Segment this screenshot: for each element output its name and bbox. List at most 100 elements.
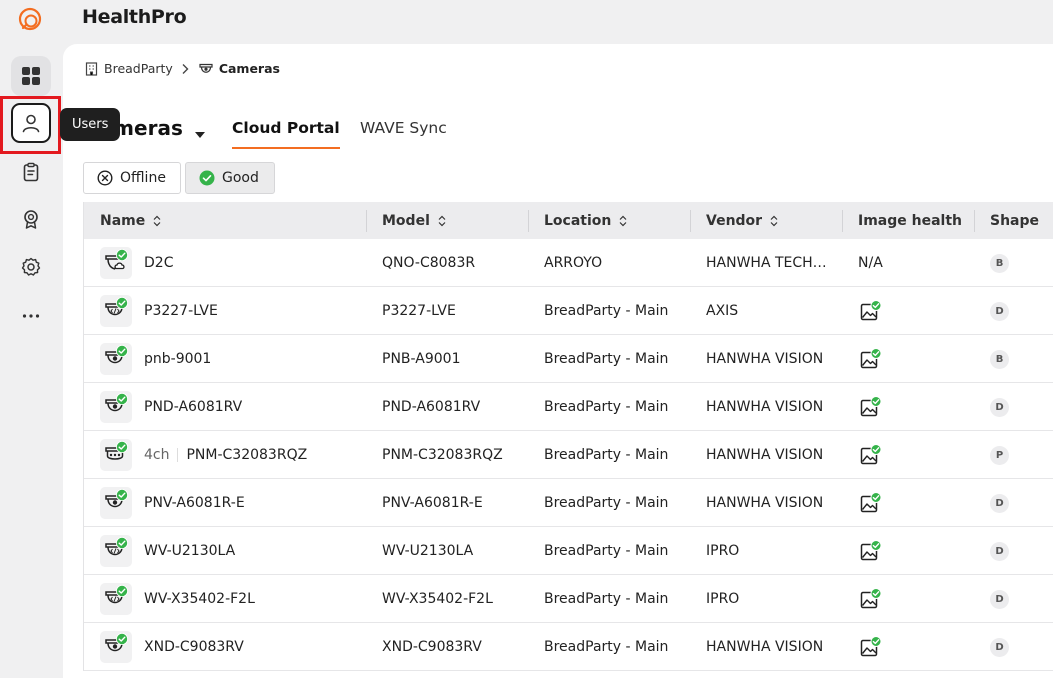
breadcrumb-current: Cameras	[199, 61, 280, 76]
camera-location: BreadParty - Main	[544, 495, 669, 511]
chevron-right-icon	[182, 63, 189, 74]
table-row[interactable]: WV-X35402-F2L WV-X35402-F2L BreadParty - M…	[84, 575, 1053, 623]
status-ok-icon	[116, 537, 128, 549]
camera-name: D2C	[144, 255, 174, 271]
column-divider[interactable]	[974, 210, 975, 232]
image-health-cell	[860, 623, 882, 671]
column-header-model[interactable]: Model	[382, 202, 446, 239]
table-header: Name Model Location Vendor Image health	[84, 202, 1053, 239]
camera-name: PND-A6081RV	[144, 399, 243, 415]
column-header-vendor[interactable]: Vendor	[706, 202, 778, 239]
sidebar-item-badges[interactable]	[11, 199, 51, 239]
clipboard-icon	[23, 162, 39, 182]
camera-location: BreadParty - Main	[544, 543, 669, 559]
x-circle-icon	[97, 170, 113, 186]
camera-type-icon	[100, 583, 132, 615]
image-health-cell	[860, 575, 882, 623]
camera-type-icon	[100, 439, 132, 471]
column-divider[interactable]	[366, 210, 367, 232]
camera-vendor: IPRO	[706, 591, 740, 607]
column-header-name[interactable]: Name	[100, 202, 161, 239]
image-health-cell	[860, 287, 882, 335]
image-health-good-icon	[860, 444, 882, 465]
status-ok-icon	[116, 297, 128, 309]
sidebar-item-dashboard[interactable]	[11, 56, 51, 96]
filter-good[interactable]: Good	[185, 162, 275, 194]
table-row[interactable]: pnb-9001 PNB-A9001 BreadParty - Main HANWHA…	[84, 335, 1053, 383]
status-ok-icon	[116, 441, 128, 453]
shape-badge: B	[990, 349, 1009, 369]
table-row[interactable]: 4ch PNM-C32083RQZ PNM-C32083RQZ BreadParty …	[84, 431, 1053, 479]
shape-cell: P	[990, 431, 1009, 479]
camera-model: PNM-C32083RQZ	[382, 447, 503, 463]
camera-model: WV-U2130LA	[382, 543, 474, 559]
tab-cloud-portal[interactable]: Cloud Portal	[232, 119, 340, 149]
camera-name: pnb-9001	[144, 351, 212, 367]
table-row[interactable]: WV-U2130LA WV-U2130LA BreadParty - Main IPR…	[84, 527, 1053, 575]
tab-wave-sync[interactable]: WAVE Sync	[360, 119, 447, 147]
camera-type-icon	[100, 295, 132, 327]
title-dropdown-caret[interactable]	[195, 124, 205, 143]
sidebar-item-more[interactable]	[11, 295, 51, 335]
camera-name: WV-U2130LA	[144, 543, 236, 559]
camera-vendor: AXIS	[706, 303, 739, 319]
image-health-good-icon	[860, 636, 882, 657]
column-divider[interactable]	[528, 210, 529, 232]
table-row[interactable]: XND-C9083RV XND-C9083RV BreadParty - Main H…	[84, 623, 1053, 671]
sort-icon	[438, 215, 446, 226]
breadcrumb-root-label: BreadParty	[104, 61, 173, 76]
shape-badge: D	[990, 301, 1009, 321]
table-row[interactable]: PNV-A6081R-E PNV-A6081R-E BreadParty - Mai…	[84, 479, 1053, 527]
camera-model: XND-C9083RV	[382, 639, 482, 655]
award-icon	[24, 210, 38, 229]
camera-vendor: HANWHA VISION	[706, 495, 824, 511]
sidebar-item-settings[interactable]	[11, 247, 51, 287]
table-row[interactable]: PND-A6081RV PND-A6081RV BreadParty - Main H…	[84, 383, 1053, 431]
camera-vendor: HANWHA VISION	[706, 639, 824, 655]
column-divider[interactable]	[842, 210, 843, 232]
shape-cell: D	[990, 383, 1009, 431]
check-circle-icon	[199, 170, 215, 186]
camera-vendor: HANWHA VISION	[706, 399, 824, 415]
image-health-cell	[860, 479, 882, 527]
users-tooltip: Users	[60, 108, 121, 141]
table-row[interactable]: D2C QNO-C8083R ARROYO HANWHA TECH… N/A B	[84, 239, 1053, 287]
camera-name: PNV-A6081R-E	[144, 495, 245, 511]
image-health-cell	[860, 527, 882, 575]
image-health-good-icon	[860, 540, 882, 561]
shape-cell: D	[990, 479, 1009, 527]
table-body: D2C QNO-C8083R ARROYO HANWHA TECH… N/A B P3227…	[84, 239, 1053, 671]
shape-badge: B	[990, 253, 1009, 273]
shape-cell: D	[990, 527, 1009, 575]
image-health-good-icon	[860, 396, 882, 417]
column-header-shape[interactable]: Shape	[990, 202, 1039, 239]
sidebar-item-reports[interactable]	[11, 152, 51, 192]
column-divider[interactable]	[690, 210, 691, 232]
breadcrumb-root[interactable]: BreadParty	[85, 61, 173, 76]
shape-cell: D	[990, 575, 1009, 623]
column-header-image-health[interactable]: Image health	[858, 202, 962, 239]
table-row[interactable]: P3227-LVE P3227-LVE BreadParty - Main AXIS D	[84, 287, 1053, 335]
column-header-vendor-label: Vendor	[706, 212, 763, 229]
status-ok-icon	[116, 585, 128, 597]
app-title: HealthPro	[82, 6, 187, 28]
status-ok-icon	[116, 345, 128, 357]
camera-location: ARROYO	[544, 255, 603, 271]
camera-type-icon	[100, 391, 132, 423]
caret-down-icon	[195, 132, 205, 138]
camera-type-icon	[100, 535, 132, 567]
user-icon	[22, 114, 40, 133]
camera-type-icon	[100, 631, 132, 663]
column-header-shape-label: Shape	[990, 212, 1040, 229]
camera-vendor: HANWHA VISION	[706, 351, 824, 367]
filter-offline[interactable]: Offline	[83, 162, 181, 194]
image-health-cell	[860, 431, 882, 479]
status-ok-icon	[116, 249, 128, 261]
sidebar-item-users[interactable]	[11, 103, 51, 143]
shape-cell: D	[990, 623, 1009, 671]
app-logo[interactable]	[17, 6, 45, 34]
column-header-location[interactable]: Location	[544, 202, 627, 239]
filter-offline-label: Offline	[120, 170, 166, 186]
camera-vendor: IPRO	[706, 543, 740, 559]
image-health-good-icon	[860, 300, 882, 321]
